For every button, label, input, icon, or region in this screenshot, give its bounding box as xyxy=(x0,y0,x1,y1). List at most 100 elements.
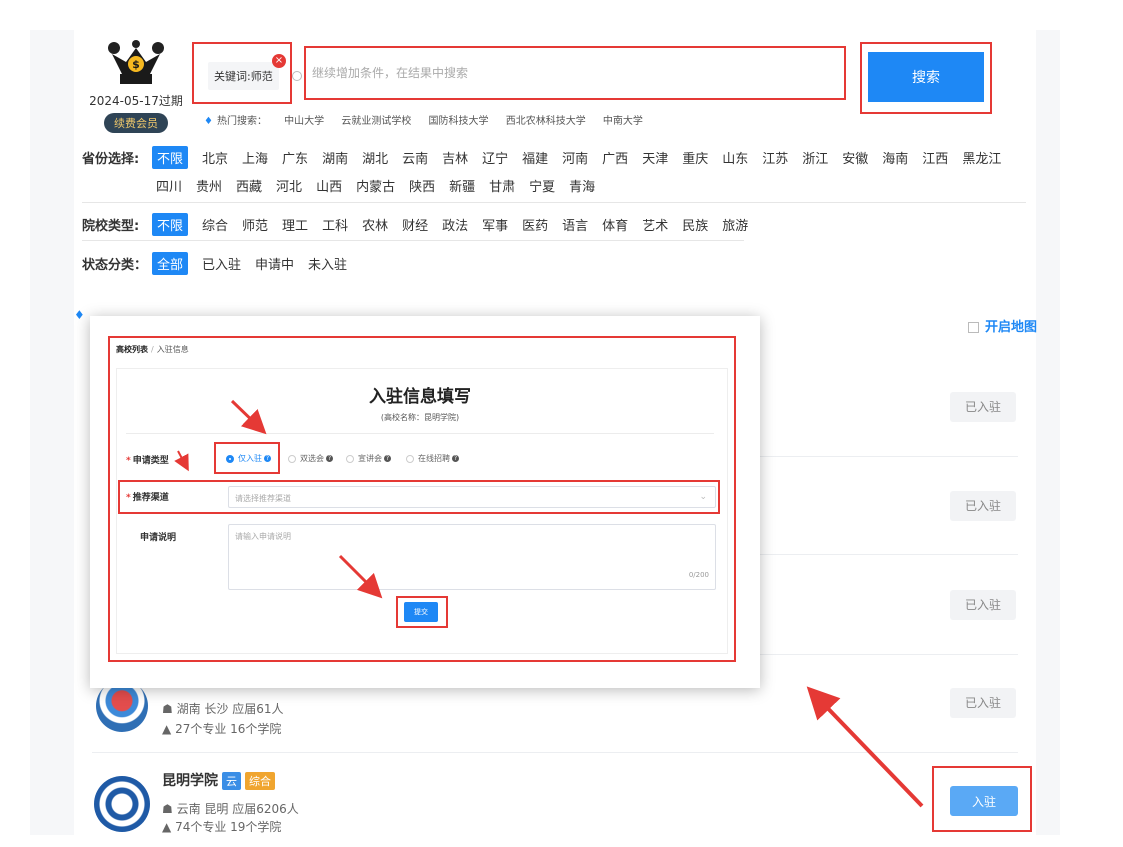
description-textarea[interactable]: 请输入申请说明 0/200 xyxy=(228,524,716,590)
breadcrumb: 高校列表 / 入驻信息 xyxy=(116,345,189,354)
province-option[interactable]: 贵州 xyxy=(196,176,222,195)
school-type-option[interactable]: 不限 xyxy=(152,213,189,236)
hot-search: ♦ 热门搜索： 中山大学 云就业测试学校 国防科技大学 西北农林科技大学 中南大学 xyxy=(204,112,643,127)
province-option[interactable]: 宁夏 xyxy=(529,176,555,195)
help-icon: ? xyxy=(452,455,459,462)
province-option[interactable]: 陕西 xyxy=(409,176,435,195)
hot-search-item[interactable]: 中南大学 xyxy=(603,116,643,127)
radio-job-fair[interactable]: 双选会? xyxy=(288,453,333,464)
member-badge: $ 2024-05-17过期 续费会员 xyxy=(88,40,184,133)
school-type-option[interactable]: 民族 xyxy=(682,215,708,234)
apply-type-label: * 申请类型 xyxy=(126,456,169,466)
province-option[interactable]: 湖南 xyxy=(322,148,348,167)
description-label: 申请说明 xyxy=(140,533,177,543)
joined-status-button[interactable]: 已入驻 xyxy=(950,392,1016,422)
status-option[interactable]: 全部 xyxy=(152,252,189,275)
row-divider xyxy=(92,752,1018,753)
province-option[interactable]: 云南 xyxy=(402,148,428,167)
form-title: 入驻信息填写 xyxy=(369,387,471,407)
search-input[interactable] xyxy=(312,62,812,84)
cap-icon: ☗ xyxy=(162,802,173,816)
radio-online-recruit[interactable]: 在线招聘? xyxy=(406,453,459,464)
province-option[interactable]: 内蒙古 xyxy=(356,176,395,195)
keyword-chip[interactable]: 关键词:师范 xyxy=(208,62,279,90)
university-name[interactable]: 昆明学院 xyxy=(162,773,218,789)
submit-button[interactable]: 提交 xyxy=(404,602,438,622)
search-button-highlight: 搜索 xyxy=(860,42,992,114)
hot-search-label: 热门搜索： xyxy=(216,116,267,127)
province-tag: 云 xyxy=(222,772,241,790)
renew-member-button[interactable]: 续费会员 xyxy=(104,113,168,133)
province-option[interactable]: 辽宁 xyxy=(482,148,508,167)
province-option[interactable]: 黑龙江 xyxy=(962,148,1001,167)
province-option[interactable]: 海南 xyxy=(882,148,908,167)
joined-status-button[interactable]: 已入驻 xyxy=(950,590,1016,620)
school-type-option[interactable]: 政法 xyxy=(442,215,468,234)
province-option[interactable]: 北京 xyxy=(202,148,228,167)
school-type-option[interactable]: 师范 xyxy=(242,215,268,234)
search-button[interactable]: 搜索 xyxy=(868,52,984,102)
radio-join-only[interactable]: 仅入驻? xyxy=(226,453,271,464)
province-option[interactable]: 山西 xyxy=(316,176,342,195)
province-option[interactable]: 四川 xyxy=(156,176,182,195)
open-map-toggle[interactable]: 开启地图 xyxy=(968,316,1037,335)
school-type-option[interactable]: 军事 xyxy=(482,215,508,234)
status-option[interactable]: 已入驻 xyxy=(202,254,241,273)
member-expiry: 2024-05-17过期 xyxy=(89,94,183,108)
join-button[interactable]: 入驻 xyxy=(950,786,1018,816)
province-option[interactable]: 广西 xyxy=(602,148,628,167)
channel-select[interactable]: 请选择推荐渠道 ⌄ xyxy=(228,486,716,508)
type-tag: 综合 xyxy=(245,772,275,790)
breadcrumb-root[interactable]: 高校列表 xyxy=(116,345,148,354)
province-option[interactable]: 江西 xyxy=(922,148,948,167)
hot-search-item[interactable]: 国防科技大学 xyxy=(429,116,489,127)
province-option[interactable]: 甘肃 xyxy=(489,176,515,195)
province-option[interactable]: 上海 xyxy=(242,148,268,167)
joined-status-button[interactable]: 已入驻 xyxy=(950,688,1016,718)
hot-search-item[interactable]: 中山大学 xyxy=(284,116,324,127)
school-type-option[interactable]: 理工 xyxy=(282,215,308,234)
province-option[interactable]: 河北 xyxy=(276,176,302,195)
hot-search-item[interactable]: 西北农林科技大学 xyxy=(506,116,586,127)
province-option[interactable]: 重庆 xyxy=(682,148,708,167)
join-button-highlight: 入驻 xyxy=(932,766,1032,832)
province-option[interactable]: 青海 xyxy=(569,176,595,195)
province-option[interactable]: 河南 xyxy=(562,148,588,167)
province-option[interactable]: 浙江 xyxy=(802,148,828,167)
cap-icon: ☗ xyxy=(162,702,173,716)
hot-search-item[interactable]: 云就业测试学校 xyxy=(341,116,411,127)
school-type-option[interactable]: 综合 xyxy=(202,215,228,234)
province-option[interactable]: 江苏 xyxy=(762,148,788,167)
province-option[interactable]: 吉林 xyxy=(442,148,468,167)
province-option[interactable]: 山东 xyxy=(722,148,748,167)
joined-status-button[interactable]: 已入驻 xyxy=(950,491,1016,521)
province-option[interactable]: 不限 xyxy=(152,146,189,169)
province-option[interactable]: 新疆 xyxy=(449,176,475,195)
university-stats: ▲ 27个专业 16个学院 xyxy=(162,722,282,736)
form-subtitle: (高校名称：昆明学院) xyxy=(380,413,460,422)
province-option[interactable]: 天津 xyxy=(642,148,668,167)
radio-presentation[interactable]: 宣讲会? xyxy=(346,453,391,464)
school-type-option[interactable]: 旅游 xyxy=(722,215,748,234)
school-type-option[interactable]: 语言 xyxy=(562,215,588,234)
university-row[interactable]: 昆明学院云综合 xyxy=(162,770,275,790)
open-map-label: 开启地图 xyxy=(985,320,1038,335)
school-type-option[interactable]: 医药 xyxy=(522,215,548,234)
status-filter: 状态分类： 全部 已入驻 申请中 未入驻 xyxy=(82,252,361,275)
province-option[interactable]: 西藏 xyxy=(236,176,262,195)
province-option[interactable]: 福建 xyxy=(522,148,548,167)
divider xyxy=(126,433,714,434)
checkbox-icon[interactable] xyxy=(968,322,979,333)
school-type-option[interactable]: 艺术 xyxy=(642,215,668,234)
status-option[interactable]: 申请中 xyxy=(255,254,294,273)
school-type-option[interactable]: 体育 xyxy=(602,215,628,234)
university-location: ☗ 湖南 长沙 应届61人 xyxy=(162,702,284,716)
school-type-option[interactable]: 农林 xyxy=(362,215,388,234)
province-option[interactable]: 湖北 xyxy=(362,148,388,167)
province-option[interactable]: 广东 xyxy=(282,148,308,167)
school-type-option[interactable]: 财经 xyxy=(402,215,428,234)
school-type-option[interactable]: 工科 xyxy=(322,215,348,234)
close-icon[interactable]: × xyxy=(272,54,286,68)
province-option[interactable]: 安徽 xyxy=(842,148,868,167)
status-option[interactable]: 未入驻 xyxy=(308,254,347,273)
